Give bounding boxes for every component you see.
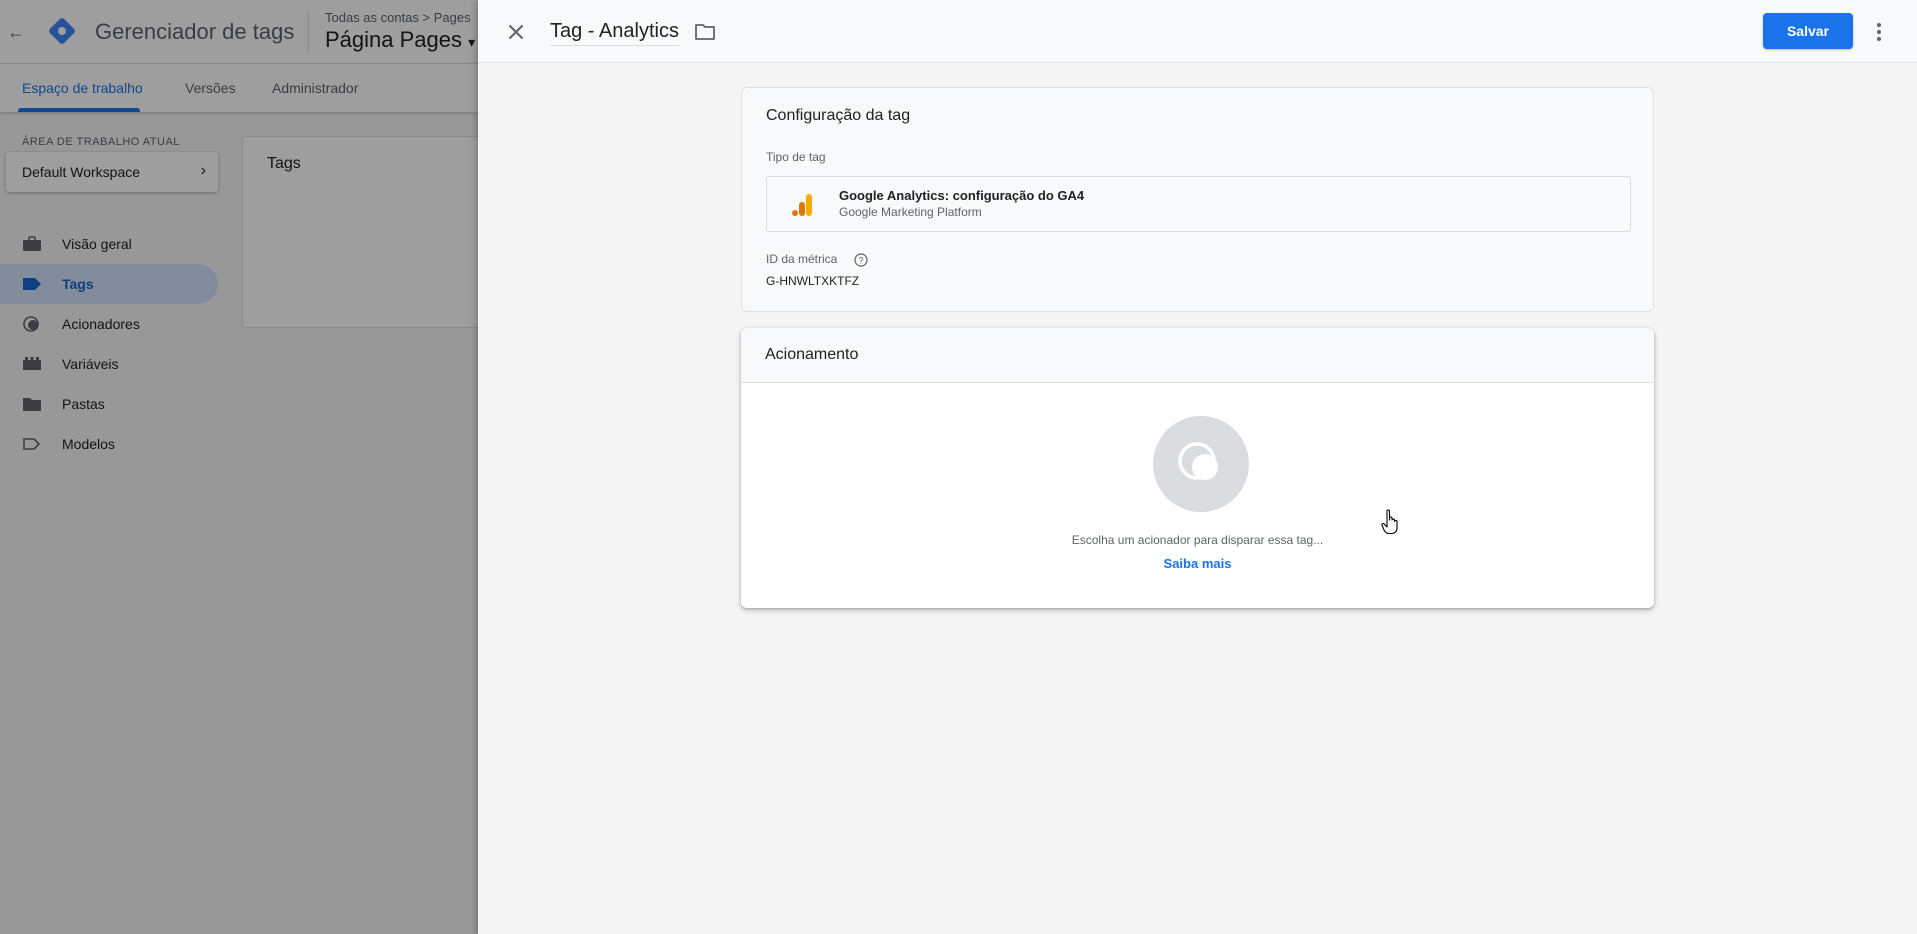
tag-type-provider: Google Marketing Platform <box>839 205 982 219</box>
tag-configuration-title: Configuração da tag <box>766 107 911 124</box>
metric-id-label: ID da métrica <box>766 252 838 266</box>
trigger-icon <box>1178 442 1218 480</box>
google-analytics-icon <box>792 194 812 216</box>
tag-editor-panel: Tag - Analytics Salvar Configuração da t… <box>478 0 1917 934</box>
tag-type-selector[interactable]: Google Analytics: configuração do GA4 Go… <box>766 176 1631 232</box>
triggering-card[interactable]: Acionamento Escolha um acionador para di… <box>741 328 1654 608</box>
svg-text:?: ? <box>858 256 863 266</box>
tag-configuration-card[interactable]: Configuração da tag Tipo de tag Google A… <box>741 87 1654 312</box>
triggering-header: Acionamento <box>741 328 1654 383</box>
tag-type-label: Tipo de tag <box>766 150 826 164</box>
triggering-message: Escolha um acionador para disparar essa … <box>1071 533 1324 547</box>
modal-scrim[interactable] <box>0 0 480 934</box>
more-vert-icon[interactable] <box>1869 20 1889 44</box>
triggering-title: Acionamento <box>765 346 859 363</box>
save-button[interactable]: Salvar <box>1763 13 1853 49</box>
folder-icon[interactable] <box>694 22 716 42</box>
metric-id-value: G-HNWLTXKTFZ <box>766 274 860 288</box>
help-icon[interactable]: ? <box>854 253 868 267</box>
hand-cursor-icon <box>1381 509 1398 535</box>
tag-type-name: Google Analytics: configuração do GA4 <box>839 188 1085 203</box>
close-icon[interactable] <box>502 18 530 46</box>
tag-name-input[interactable]: Tag - Analytics <box>550 20 679 46</box>
learn-more-label: Saiba mais <box>1163 556 1232 571</box>
panel-header: Tag - Analytics Salvar <box>478 0 1917 63</box>
add-trigger-button[interactable] <box>1153 416 1249 512</box>
learn-more-link[interactable]: Saiba mais <box>741 556 1654 571</box>
